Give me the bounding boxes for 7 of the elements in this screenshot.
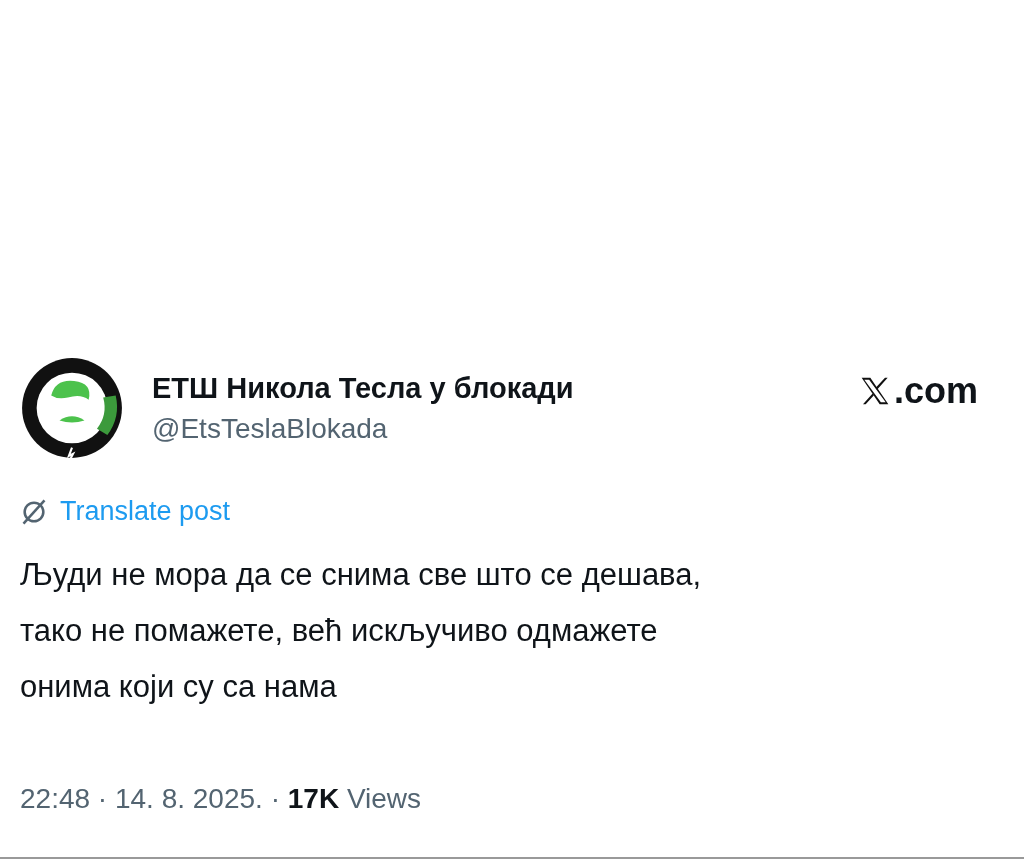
post-text: Људи не мора да се снима све што се дешава, тако не помажете, већ искључиво одмажете онима који су са нама [20,556,703,706]
author-name[interactable]: ЕТШ Никола Тесла у блокади [152,371,858,405]
avatar-icon [20,356,124,460]
author-handle[interactable]: @EtsTeslaBlokada [152,412,858,445]
source-domain: .com [893,370,978,412]
globe-slash-icon [20,497,48,526]
post-meta: 22:48 · 14. 8. 2025. · 17K Views [20,783,423,815]
